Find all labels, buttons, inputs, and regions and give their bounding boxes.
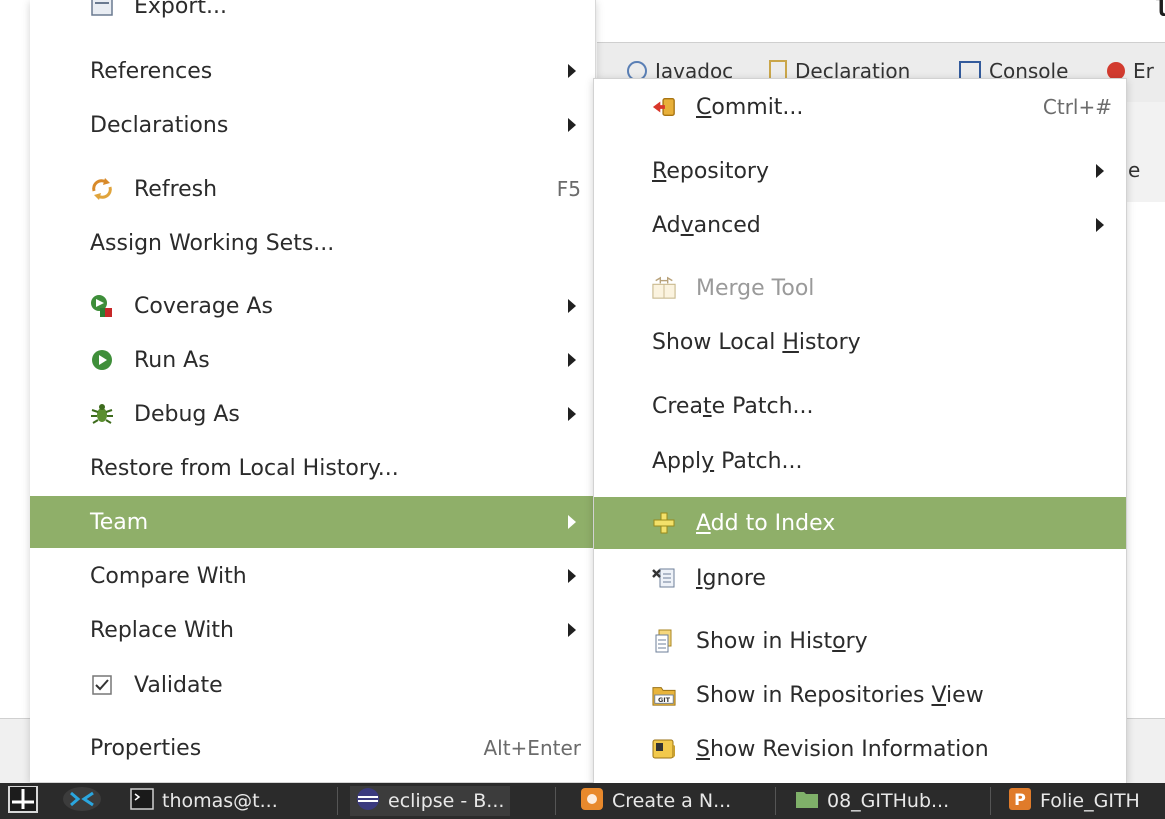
terminal-icon (130, 787, 154, 815)
git-repositories-icon: GIT (652, 683, 676, 707)
add-to-index-icon (652, 511, 676, 535)
menu-item-apply-patch[interactable]: Apply Patch... (594, 435, 1126, 487)
menu-item-compare-with[interactable]: Compare With (30, 550, 595, 602)
browser-icon (580, 787, 604, 816)
svg-text:P: P (1014, 790, 1026, 809)
taskbar-presentation[interactable]: P Folie_GITH (1008, 786, 1165, 816)
menu-item-replace-with[interactable]: Replace With (30, 604, 595, 656)
context-menu: Export... References Declarations Refres… (30, 0, 596, 782)
refresh-icon (90, 177, 114, 201)
menu-item-show-in-history[interactable]: Show in History (594, 615, 1126, 667)
team-submenu: Commit... Ctrl+# Repository Advanced Mer… (593, 78, 1127, 784)
right-panel-fragment: e (1125, 102, 1165, 202)
menu-item-show-local-history[interactable]: Show Local History (594, 316, 1126, 368)
submenu-arrow-icon (1096, 218, 1104, 232)
submenu-arrow-icon (568, 515, 576, 529)
menu-item-debug-as[interactable]: Debug As (30, 388, 595, 440)
commit-icon (652, 95, 676, 119)
menu-item-declarations[interactable]: Declarations (30, 99, 595, 151)
menu-item-validate[interactable]: Validate (30, 659, 595, 711)
revision-info-icon (652, 737, 676, 761)
submenu-arrow-icon (1096, 164, 1104, 178)
taskbar-browser[interactable]: Create a N... (580, 786, 731, 816)
menu-item-coverage-as[interactable]: Coverage As (30, 280, 595, 332)
export-icon (90, 0, 114, 18)
menu-item-restore-from-local-history[interactable]: Restore from Local History... (30, 442, 595, 494)
history-icon (652, 629, 676, 653)
submenu-arrow-icon (568, 569, 576, 583)
menu-item-create-patch[interactable]: Create Patch... (594, 380, 1126, 432)
submenu-arrow-icon (568, 64, 576, 78)
submenu-arrow-icon (568, 407, 576, 421)
menu-item-commit[interactable]: Commit... Ctrl+# (594, 81, 1126, 133)
menu-item-refresh[interactable]: Refresh F5 (30, 163, 595, 215)
menu-item-repository[interactable]: Repository (594, 145, 1126, 197)
taskbar-vscode[interactable] (62, 786, 102, 816)
menu-item-show-revision-information[interactable]: Show Revision Information (594, 723, 1126, 775)
menu-item-properties[interactable]: Properties Alt+Enter (30, 722, 595, 774)
menu-item-assign-working-sets[interactable]: Assign Working Sets... (30, 217, 595, 269)
menu-item-ignore[interactable]: Ignore (594, 552, 1126, 604)
merge-tool-icon (652, 276, 676, 300)
code-line: lic double getCreditLimit() { (1155, 0, 1165, 22)
menu-item-show-in-repositories-view[interactable]: GIT Show in Repositories View (594, 669, 1126, 721)
menu-item-add-to-index[interactable]: Add to Index (594, 497, 1126, 549)
taskbar: thomas@t... eclipse - B... Create a N...… (0, 783, 1165, 819)
coverage-icon (90, 294, 114, 318)
svg-text:GIT: GIT (658, 696, 671, 704)
folder-icon (795, 789, 819, 814)
taskbar-terminal[interactable]: thomas@t... (130, 786, 278, 816)
vscode-icon (62, 786, 102, 816)
submenu-arrow-icon (568, 299, 576, 313)
debug-icon (90, 402, 114, 426)
submenu-arrow-icon (568, 353, 576, 367)
taskbar-eclipse[interactable]: eclipse - B... (350, 786, 511, 816)
presentation-icon: P (1008, 787, 1032, 816)
menu-item-run-as[interactable]: Run As (30, 334, 595, 386)
start-menu-icon (8, 786, 38, 816)
menu-item-merge-tool[interactable]: Merge Tool (594, 262, 1126, 314)
eclipse-icon (356, 787, 380, 816)
checkbox-icon[interactable] (90, 673, 114, 697)
menu-item-references[interactable]: References (30, 45, 595, 97)
submenu-arrow-icon (568, 118, 576, 132)
taskbar-start-button[interactable] (8, 786, 38, 816)
submenu-arrow-icon (568, 623, 576, 637)
run-icon (90, 348, 114, 372)
menu-item-export[interactable]: Export... (30, 0, 595, 26)
menu-item-advanced[interactable]: Advanced (594, 199, 1126, 251)
menu-item-team[interactable]: Team (30, 496, 595, 548)
taskbar-folder[interactable]: 08_GITHub... (795, 786, 949, 816)
ignore-icon (652, 566, 676, 590)
